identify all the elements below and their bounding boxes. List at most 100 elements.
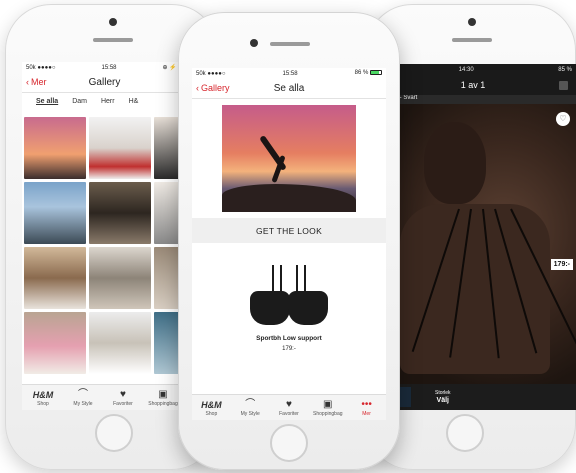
shoppingbag-icon[interactable]: [559, 81, 568, 90]
screen-gallery: 50k ●●●●○ 15:58 ⊕ ⚡ ◀ ‹ Mer Gallery Se a…: [22, 62, 187, 410]
home-button[interactable]: [95, 414, 133, 452]
nav-title: Gallery: [88, 77, 121, 88]
nav-bar: ‹ Mer Gallery: [22, 73, 187, 93]
gallery-image[interactable]: [24, 117, 86, 179]
tab-mer[interactable]: ••• Mer: [348, 399, 386, 417]
tab-shoppingbag[interactable]: ▣ Shoppingbag: [144, 389, 182, 407]
hanger-icon: ⌒: [245, 398, 256, 410]
size-label: Storlek: [435, 389, 451, 396]
status-carrier: 50k: [26, 64, 36, 71]
size-selector[interactable]: Storlek Välj: [435, 390, 451, 405]
product-image: [250, 265, 328, 325]
gallery-image[interactable]: [89, 182, 151, 244]
filter-hm[interactable]: H&: [129, 98, 139, 105]
product-price: 179:-: [282, 346, 296, 352]
speaker: [270, 42, 310, 46]
screen-product-detail: 14:30 85 % s 1 av 1 w support - Svart ♡ …: [370, 64, 576, 410]
nav-title: Se alla: [273, 83, 305, 94]
favorite-heart-icon[interactable]: ♡: [556, 112, 570, 126]
gallery-image[interactable]: [24, 182, 86, 244]
bra-strap: [272, 265, 274, 293]
heart-icon: ♥: [286, 398, 292, 410]
shoppingbag-icon: ▣: [158, 388, 168, 400]
status-time: 15:58: [101, 64, 117, 71]
filter-herr[interactable]: Herr: [101, 98, 115, 105]
chevron-left-icon: ‹: [196, 83, 199, 93]
hm-logo-icon: H&M: [32, 389, 54, 400]
battery-icon: [369, 70, 382, 76]
silhouette-hill: [222, 184, 356, 212]
home-button[interactable]: [270, 424, 308, 462]
tab-label: My Style: [73, 400, 93, 407]
status-signal: ●●●●○: [207, 70, 226, 77]
size-value: Välj: [436, 396, 449, 404]
tab-shoppingbag[interactable]: ▣ Shoppingbag: [309, 399, 347, 417]
back-label: Mer: [31, 77, 47, 87]
gallery-image[interactable]: [89, 247, 151, 309]
camera: [468, 18, 476, 26]
gallery-image[interactable]: [89, 117, 151, 179]
tab-label: Shoppingbag: [313, 410, 343, 417]
screen-get-the-look: 50k ●●●●○ 15:58 86 % ‹ Gallery Se alla G…: [192, 68, 386, 420]
product-photo[interactable]: ♡ 179:-: [370, 104, 576, 384]
product-card[interactable]: Sportbh Low support 179:-: [192, 243, 386, 363]
gallery-grid: [24, 117, 185, 374]
tab-label: My Style: [240, 410, 260, 417]
get-the-look-button[interactable]: GET THE LOOK: [192, 218, 386, 243]
status-carrier: 50k: [196, 70, 206, 77]
tab-favoriter[interactable]: ♥ Favoriter: [104, 389, 142, 407]
filter-se-alla[interactable]: Se alla: [36, 98, 58, 105]
status-bar: 50k ●●●●○ 15:58 86 %: [192, 68, 386, 79]
product-subtitle: w support - Svart: [370, 95, 576, 104]
status-bar: 14:30 85 %: [370, 64, 576, 75]
gallery-filters: Se alla Dam Herr H&: [22, 93, 187, 110]
speaker: [93, 38, 133, 42]
heart-icon: ♥: [120, 388, 126, 400]
status-time: 15:58: [282, 70, 298, 77]
tab-label: Shop: [205, 410, 218, 417]
status-battery-percent: 86 %: [354, 70, 369, 77]
tab-my-style[interactable]: ⌒ My Style: [231, 399, 269, 417]
product-name: Sportbh Low support: [256, 335, 322, 342]
chevron-left-icon: ‹: [26, 77, 29, 87]
home-button[interactable]: [446, 414, 484, 452]
nav-bar: ‹ Gallery Se alla: [192, 79, 386, 99]
tab-favoriter[interactable]: ♥ Favoriter: [270, 399, 308, 417]
thumbnail-bar: Storlek Välj: [370, 384, 576, 410]
more-dots-icon: •••: [361, 398, 372, 410]
back-button[interactable]: ‹ Mer: [26, 77, 47, 87]
speaker: [452, 38, 492, 42]
shoppingbag-icon: ▣: [323, 398, 333, 410]
back-button[interactable]: ‹ Gallery: [196, 83, 230, 93]
bra-cup: [288, 291, 328, 325]
hm-logo-icon: H&M: [201, 399, 222, 410]
camera: [109, 18, 117, 26]
tab-label: Shoppingbag: [148, 400, 178, 407]
hanger-icon: ⌒: [78, 388, 88, 400]
filter-dam[interactable]: Dam: [72, 98, 87, 105]
status-time: 14:30: [458, 66, 474, 73]
model-head: [424, 122, 486, 204]
gallery-image[interactable]: [89, 312, 151, 374]
tab-label: Favoriter: [279, 410, 299, 417]
nav-bar: s 1 av 1: [370, 75, 576, 95]
gallery-image[interactable]: [24, 312, 86, 374]
yoga-figure: [259, 134, 287, 172]
hero-image[interactable]: [222, 105, 356, 212]
model-back: [400, 204, 550, 374]
tab-shop[interactable]: H&M Shop: [24, 389, 62, 407]
tab-bar: H&M Shop ⌒ My Style ♥ Favoriter ▣ Shoppi…: [192, 394, 386, 420]
nav-title: 1 av 1: [460, 80, 486, 90]
tab-shop[interactable]: H&M Shop: [192, 399, 230, 417]
bra-strap: [296, 265, 298, 293]
status-signal: ●●●●○: [37, 64, 56, 71]
camera: [250, 39, 258, 47]
bra-strap: [280, 265, 282, 293]
bra-strap: [304, 265, 306, 293]
tab-label: Favoriter: [113, 400, 133, 407]
tab-my-style[interactable]: ⌒ My Style: [64, 389, 102, 407]
back-label: Gallery: [201, 83, 230, 93]
gallery-image[interactable]: [24, 247, 86, 309]
status-battery: 85 %: [558, 66, 572, 73]
status-bar: 50k ●●●●○ 15:58 ⊕ ⚡ ◀: [22, 62, 187, 73]
